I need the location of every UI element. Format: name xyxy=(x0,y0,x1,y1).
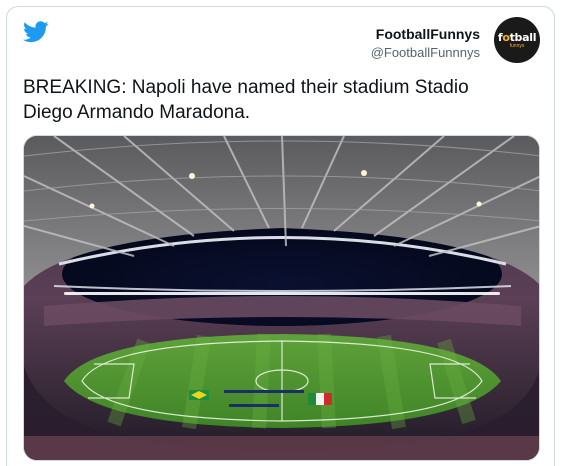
tweet-card[interactable]: FootballFunnys @FootballFunnnys fotball … xyxy=(6,6,555,466)
author-info[interactable]: FootballFunnys @FootballFunnnys xyxy=(371,25,480,62)
tweet-text: BREAKING: Napoli have named their stadiu… xyxy=(23,77,469,123)
avatar-logo-text-highlight: o xyxy=(502,30,510,44)
twitter-bird-icon[interactable] xyxy=(23,21,49,43)
tweet-media-image[interactable] xyxy=(23,135,540,461)
avatar-logo-text-right: tball xyxy=(509,30,537,44)
author-handle[interactable]: @FootballFunnnys xyxy=(371,44,480,62)
stadium-photo xyxy=(24,136,539,460)
author-display-name[interactable]: FootballFunnys xyxy=(371,25,480,43)
avatar-logo-subtext: funnys xyxy=(509,42,525,49)
avatar[interactable]: fotball funnys xyxy=(494,17,540,63)
